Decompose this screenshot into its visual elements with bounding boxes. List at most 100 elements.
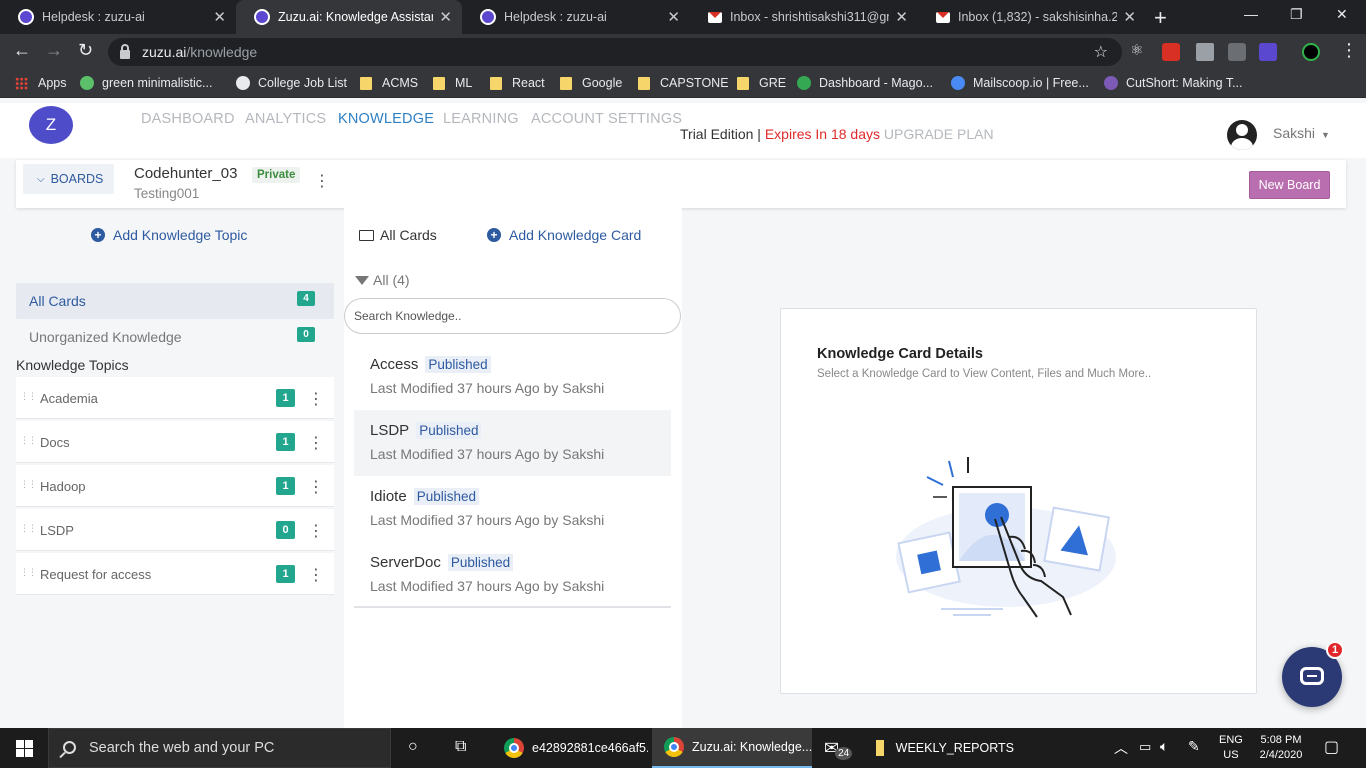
sidebar-item-all-cards[interactable]: All Cards 4 [16,283,334,319]
close-icon[interactable]: ✕ [667,8,680,26]
bookmark-folder[interactable]: ACMS [360,76,418,90]
taskbar-app-mail[interactable]: ✉ 24 [812,728,864,768]
nav-dashboard[interactable]: DASHBOARD [141,111,235,127]
new-board-button[interactable]: New Board [1249,171,1330,199]
minimize-icon[interactable]: — [1244,6,1258,22]
sidebar-item-unorganized[interactable]: Unorganized Knowledge [29,329,182,345]
board-options-kebab-icon[interactable]: ⋮ [314,174,330,190]
nav-learning[interactable]: LEARNING [443,111,519,127]
extension-cube-icon[interactable] [1196,43,1214,61]
window-close-icon[interactable]: ✕ [1336,6,1348,23]
zuzu-logo[interactable]: Z [29,106,73,144]
boards-button[interactable]: ⌵ BOARDS [23,164,114,194]
browser-tab[interactable]: Inbox - shrishtisakshi311@gm ✕ [690,0,918,34]
drag-handle-icon[interactable]: ⋮⋮ [20,391,37,402]
upgrade-plan-link[interactable]: UPGRADE PLAN [884,126,994,142]
nav-knowledge[interactable]: KNOWLEDGE [338,111,434,127]
close-icon[interactable]: ✕ [895,8,908,26]
bookmark-apps[interactable]: Apps [15,76,67,90]
battery-icon[interactable]: ▭ [1139,739,1151,755]
card-meta: Last Modified 37 hours Ago by Sakshi [370,380,605,396]
topic-item-docs[interactable]: ⋮⋮ Docs 1 ⋮ [16,421,334,463]
drag-handle-icon[interactable]: ⋮⋮ [20,435,37,446]
gmail-icon [936,11,950,23]
search-knowledge-input[interactable] [344,298,681,334]
taskbar-search-box[interactable]: Search the web and your PC [48,728,391,768]
status-badge: Published [425,356,491,373]
topic-options-kebab-icon[interactable]: ⋮ [308,521,324,541]
bookmark-item[interactable]: Dashboard - Mago... [797,76,933,90]
close-icon[interactable]: ✕ [1123,8,1136,26]
browser-tab[interactable]: Helpdesk : zuzu-ai ✕ [462,0,690,34]
topic-options-kebab-icon[interactable]: ⋮ [308,389,324,409]
close-icon[interactable]: ✕ [439,8,452,26]
profile-icon[interactable] [1302,43,1320,61]
topic-item-hadoop[interactable]: ⋮⋮ Hadoop 1 ⋮ [16,465,334,507]
knowledge-card-access[interactable]: Access Published Last Modified 37 hours A… [354,344,671,410]
react-devtools-icon[interactable]: ⚛ [1130,41,1148,59]
forward-arrow-icon[interactable]: → [45,40,63,61]
details-title: Knowledge Card Details [817,346,983,362]
bookmark-item[interactable]: Mailscoop.io | Free... [951,76,1089,90]
bookmark-item[interactable]: green minimalistic... [80,76,212,90]
nav-analytics[interactable]: ANALYTICS [245,111,326,127]
card-filter[interactable]: All (4) [355,272,410,288]
knowledge-card-serverdoc[interactable]: ServerDoc Published Last Modified 37 hour… [354,542,671,608]
user-avatar-icon[interactable] [1227,120,1257,150]
tray-chevron-up-icon[interactable]: ︿ [1114,738,1128,758]
extension-chart-icon[interactable] [1228,43,1246,61]
browser-tab-active[interactable]: Zuzu.ai: Knowledge Assistant f ✕ [236,0,462,34]
task-view-icon[interactable]: ⧉ [455,738,466,756]
address-bar[interactable]: zuzu.ai/knowledge ☆ [108,38,1122,66]
back-arrow-icon[interactable]: ← [13,40,31,61]
tab-title: Helpdesk : zuzu-ai [504,10,607,24]
bookmark-star-icon[interactable]: ☆ [1094,42,1108,62]
bookmark-folder[interactable]: CAPSTONE [638,76,729,90]
pen-icon[interactable]: ✎ [1188,738,1200,755]
language-indicator[interactable]: ENG US [1219,733,1243,763]
notifications-icon[interactable]: ▢ [1324,737,1339,757]
bookmark-folder[interactable]: ML [433,76,472,90]
taskbar-app-explorer[interactable]: WEEKLY_REPORTS [864,728,1014,768]
extension-zuzu-icon[interactable] [1259,43,1277,61]
cortana-circle-icon[interactable]: ○ [408,738,418,756]
topic-options-kebab-icon[interactable]: ⋮ [308,565,324,585]
knowledge-card-idiote[interactable]: Idiote Published Last Modified 37 hours A… [354,476,671,542]
card-name-row: Idiote Published [370,488,479,505]
bookmark-folder[interactable]: GRE [737,76,786,90]
restore-icon[interactable]: ❐ [1290,6,1303,23]
knowledge-card-lsdp[interactable]: LSDP Published Last Modified 37 hours Ago… [354,410,671,476]
user-menu[interactable]: Sakshi ▼ [1273,125,1330,141]
browser-tab[interactable]: Helpdesk : zuzu-ai ✕ [0,0,236,34]
drag-handle-icon[interactable]: ⋮⋮ [20,479,37,490]
close-icon[interactable]: ✕ [213,8,226,26]
taskbar-app-chrome-active[interactable]: Zuzu.ai: Knowledge... [652,728,812,768]
menu-kebab-icon[interactable]: ⋮ [1340,40,1358,61]
new-tab-button[interactable]: + [1154,5,1167,31]
nav-account-settings[interactable]: ACCOUNT SETTINGS [531,111,682,127]
drag-handle-icon[interactable]: ⋮⋮ [20,567,37,578]
topic-options-kebab-icon[interactable]: ⋮ [308,433,324,453]
bookmark-folder[interactable]: Google [560,76,622,90]
topic-options-kebab-icon[interactable]: ⋮ [308,477,324,497]
add-knowledge-card-button[interactable]: + Add Knowledge Card [487,227,641,243]
all-cards-header[interactable]: All Cards [359,227,437,243]
volume-icon[interactable]: 🔈︎ [1160,738,1168,755]
topic-item-request-for-access[interactable]: ⋮⋮ Request for access 1 ⋮ [16,553,334,595]
bookmark-folder[interactable]: React [490,76,545,90]
add-knowledge-topic-button[interactable]: + Add Knowledge Topic [91,227,247,243]
clock[interactable]: 5:08 PM 2/4/2020 [1255,733,1307,763]
reload-icon[interactable]: ↻ [78,40,93,61]
extension-red-icon[interactable] [1162,43,1180,61]
chevron-down-icon: ⌵ [37,173,45,185]
topic-item-lsdp[interactable]: ⋮⋮ LSDP 0 ⋮ [16,509,334,551]
drag-handle-icon[interactable]: ⋮⋮ [20,523,37,534]
bookmark-item[interactable]: College Job List [236,76,347,90]
chat-support-button[interactable]: 1 [1282,641,1344,707]
bookmark-item[interactable]: CutShort: Making T... [1104,76,1243,90]
browser-tab[interactable]: Inbox (1,832) - sakshisinha.201 ✕ [918,0,1146,34]
card-name-row: LSDP Published [370,422,482,439]
topic-item-academia[interactable]: ⋮⋮ Academia 1 ⋮ [16,377,334,419]
windows-start-icon[interactable] [16,740,33,757]
taskbar-app-chrome[interactable]: e42892881ce466af5... [492,728,648,768]
